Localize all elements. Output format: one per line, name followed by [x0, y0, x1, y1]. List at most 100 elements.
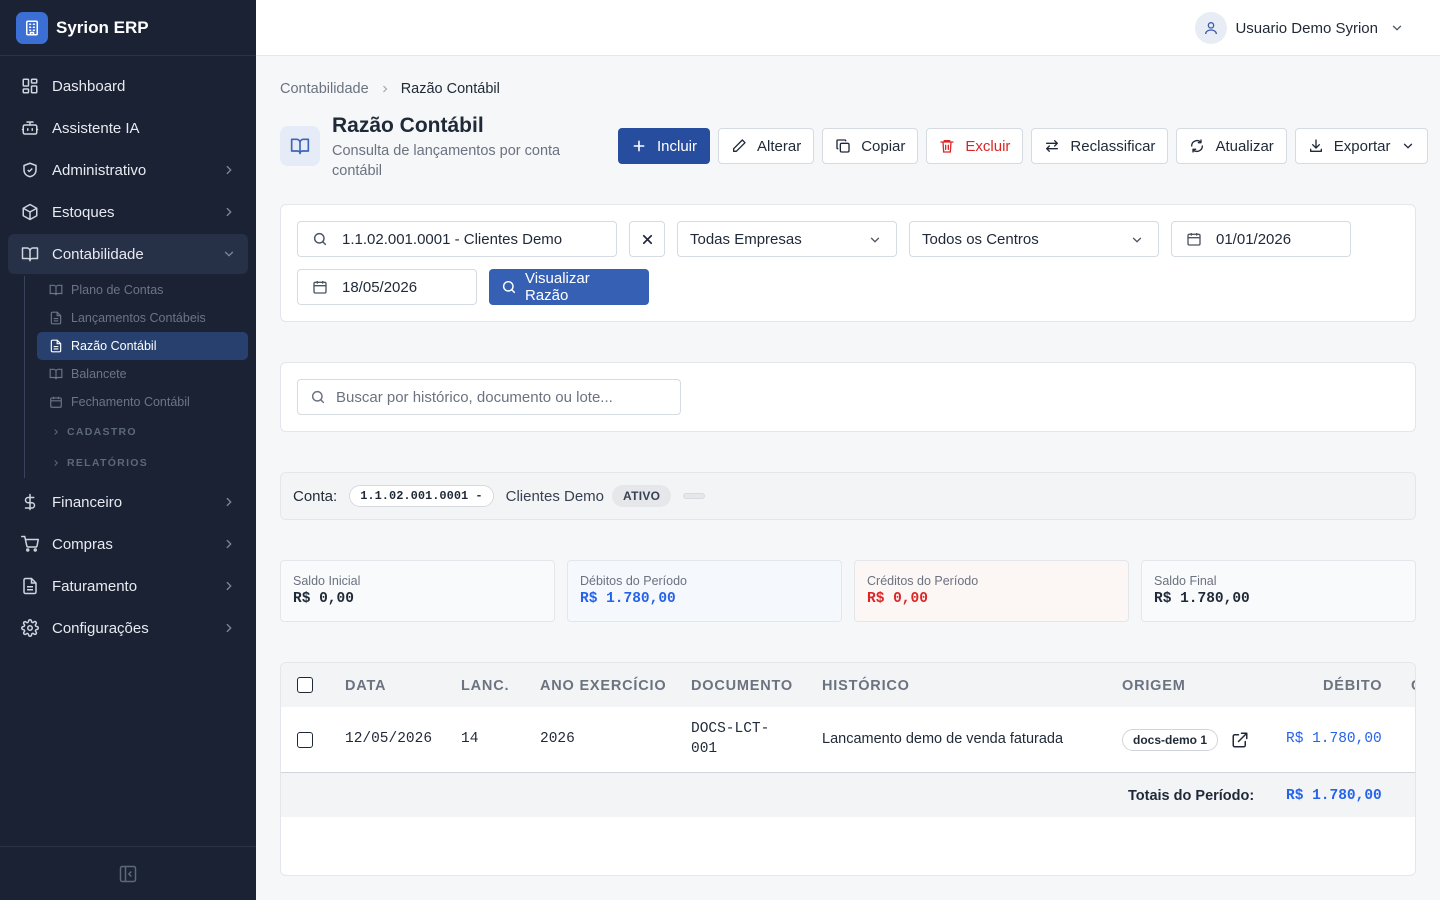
sidebar-group-relatorios[interactable]: RELATÓRIOS [37, 447, 248, 478]
sidebar-subitem-label: Razão Contábil [71, 339, 157, 353]
sidebar-collapse-button[interactable] [0, 846, 256, 900]
user-icon [1195, 12, 1228, 44]
sidebar-item-configuracoes[interactable]: Configurações [8, 608, 248, 648]
clear-account-button[interactable] [629, 221, 665, 257]
sidebar-subitem-label: Lançamentos Contábeis [71, 311, 206, 325]
sidebar-subitem-plano-de-contas[interactable]: Plano de Contas [37, 276, 248, 304]
page-header: Razão Contábil Consulta de lançamentos p… [280, 114, 1428, 179]
swap-icon [1046, 140, 1059, 152]
breadcrumb-parent[interactable]: Contabilidade [280, 81, 369, 97]
sidebar-item-label: Financeiro [52, 493, 123, 511]
sidebar: Syrion ERP Dashboard Assistente IA Admin… [0, 0, 256, 900]
sidebar-subitem-razao-contabil[interactable]: Razão Contábil [37, 332, 248, 360]
table-row[interactable]: 12/05/2026 14 2026 DOCS-LCT- 001 Lancame… [281, 707, 1415, 773]
creditos-value: R$ 0,00 [867, 591, 928, 607]
sidebar-group-cadastro[interactable]: CADASTRO [37, 416, 248, 447]
sidebar-item-estoques[interactable]: Estoques [8, 192, 248, 232]
column-header-lanc[interactable]: LANC. [461, 678, 509, 694]
debitos-label: Débitos do Período [580, 574, 688, 588]
chevron-right-icon [382, 85, 387, 93]
incluir-button[interactable]: Incluir [618, 128, 711, 164]
saldo-final-value: R$ 1.780,00 [1154, 591, 1250, 607]
sidebar-item-assistente-ia[interactable]: Assistente IA [8, 108, 248, 148]
row-checkbox[interactable] [297, 732, 313, 748]
entries-search[interactable] [297, 379, 681, 415]
column-header-historico[interactable]: HISTÓRICO [822, 678, 910, 694]
breadcrumb: Contabilidade Razão Contábil [280, 81, 500, 97]
cost-center-select[interactable]: Todos os Centros [909, 221, 1159, 257]
chevron-right-icon [226, 165, 232, 175]
select-all-checkbox[interactable] [297, 677, 313, 693]
status-badge: ATIVO [612, 485, 672, 507]
building-icon [16, 11, 48, 44]
user-name: Usuario Demo Syrion [1235, 19, 1378, 37]
account-info-bar: Conta: 1.1.02.001.0001 - Clientes Demo A… [280, 472, 1416, 520]
cell-debito: R$ 1.780,00 [1286, 731, 1382, 747]
account-code: 1.1.02.001.0001 - [349, 485, 494, 507]
origin-badge[interactable]: docs-demo 1 [1122, 729, 1219, 751]
chevron-down-icon [870, 237, 880, 243]
file-icon [50, 339, 62, 353]
account-search-input[interactable]: 1.1.02.001.0001 - Clientes Demo [297, 221, 617, 257]
alterar-button[interactable]: Alterar [718, 128, 815, 164]
sidebar-item-label: Contabilidade [52, 245, 144, 263]
external-link-icon[interactable] [1231, 731, 1249, 749]
sidebar-item-label: Compras [52, 535, 113, 553]
reclassificar-button[interactable]: Reclassificar [1031, 128, 1169, 164]
column-header-data[interactable]: DATA [345, 678, 386, 694]
sidebar-nav: Dashboard Assistente IA Administrativo E… [0, 56, 256, 648]
sidebar-item-faturamento[interactable]: Faturamento [8, 566, 248, 606]
atualizar-button[interactable]: Atualizar [1176, 128, 1287, 164]
brand[interactable]: Syrion ERP [0, 0, 256, 56]
column-header-origem[interactable]: ORIGEM [1122, 678, 1186, 694]
account-value: 1.1.02.001.0001 - Clientes Demo [342, 230, 563, 248]
alterar-label: Alterar [757, 137, 802, 155]
box-icon [20, 202, 40, 222]
date-from-input[interactable]: 01/01/2026 [1171, 221, 1351, 257]
filters-panel: 1.1.02.001.0001 - Clientes Demo Todas Em… [280, 204, 1416, 322]
chevron-right-icon [226, 581, 232, 591]
bot-icon [20, 118, 40, 138]
account-name: Clientes Demo [505, 487, 604, 505]
column-header-credito[interactable]: C [1411, 678, 1415, 694]
calendar-icon [1187, 233, 1201, 246]
copiar-button[interactable]: Copiar [822, 128, 919, 164]
column-header-ano[interactable]: ANO EXERCÍCIO [540, 678, 666, 694]
sidebar-subitem-fechamento[interactable]: Fechamento Contábil [37, 388, 248, 416]
reclassificar-label: Reclassificar [1070, 137, 1156, 155]
search-icon [311, 390, 325, 404]
sidebar-item-contabilidade[interactable]: Contabilidade [8, 234, 248, 274]
chevron-right-icon [226, 497, 232, 507]
sidebar-item-label: Configurações [52, 619, 149, 637]
sidebar-item-dashboard[interactable]: Dashboard [8, 66, 248, 106]
sidebar-subitem-balancete[interactable]: Balancete [37, 360, 248, 388]
page-subtitle: Consulta de lançamentos por conta contáb… [332, 143, 561, 179]
sidebar-subitem-lancamentos[interactable]: Lançamentos Contábeis [37, 304, 248, 332]
refresh-icon [1191, 139, 1204, 153]
column-header-debito[interactable]: DÉBITO [1323, 678, 1382, 694]
exportar-button[interactable]: Exportar [1294, 128, 1428, 164]
excluir-button[interactable]: Excluir [926, 128, 1024, 164]
user-menu[interactable]: Usuario Demo Syrion [1195, 12, 1404, 44]
chevron-right-icon [226, 623, 232, 633]
exportar-label: Exportar [1333, 137, 1391, 155]
summary-cards: Saldo Inicial R$ 0,00 Débitos do Período… [280, 560, 1416, 622]
cell-data: 12/05/2026 [345, 731, 433, 747]
file-icon [20, 576, 40, 596]
calendar-icon [313, 281, 327, 294]
search-input[interactable] [336, 388, 666, 406]
sidebar-item-compras[interactable]: Compras [8, 524, 248, 564]
cell-documento-line2: 001 [691, 741, 718, 757]
company-select[interactable]: Todas Empresas [677, 221, 897, 257]
column-header-documento[interactable]: DOCUMENTO [691, 678, 793, 694]
sidebar-group-label: CADASTRO [67, 425, 137, 438]
date-to-input[interactable]: 18/05/2026 [297, 269, 477, 305]
visualizar-razao-button[interactable]: Visualizar Razão [489, 269, 649, 305]
sidebar-item-financeiro[interactable]: Financeiro [8, 482, 248, 522]
cell-historico: Lancamento demo de venda faturada [822, 731, 1064, 747]
book-icon [20, 244, 40, 264]
incluir-label: Incluir [657, 137, 698, 155]
sidebar-subitem-label: Plano de Contas [71, 283, 164, 297]
sidebar-item-administrativo[interactable]: Administrativo [8, 150, 248, 190]
file-icon [50, 311, 62, 325]
